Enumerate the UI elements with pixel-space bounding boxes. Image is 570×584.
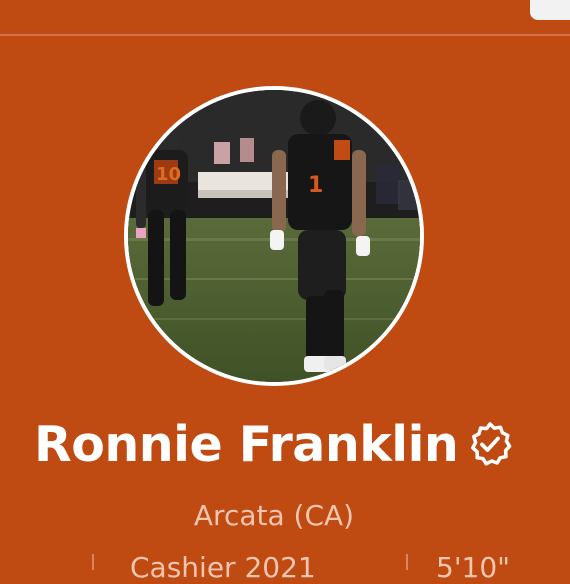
meta-separator-left	[92, 554, 94, 570]
verified-badge-icon	[466, 420, 514, 468]
top-right-button[interactable]	[530, 0, 570, 20]
meta-height: 5'10"	[436, 551, 511, 584]
avatar-photo: 10 1	[128, 90, 420, 382]
jersey-number-1: 1	[308, 173, 323, 198]
avatar[interactable]: 10 1	[124, 86, 424, 386]
meta-class-year: Cashier 2021	[130, 551, 316, 584]
player-photo-image: 10 1	[128, 90, 420, 382]
meta-separator-right	[406, 554, 408, 570]
player-meta-row: Cashier 2021 5'10"	[0, 551, 570, 584]
player-name: Ronnie Franklin	[34, 416, 459, 473]
profile-header: Ronnie Franklin	[0, 412, 570, 478]
header-divider	[0, 34, 570, 36]
player-location: Arcata (CA)	[193, 499, 355, 532]
jersey-number-10: 10	[156, 164, 181, 185]
